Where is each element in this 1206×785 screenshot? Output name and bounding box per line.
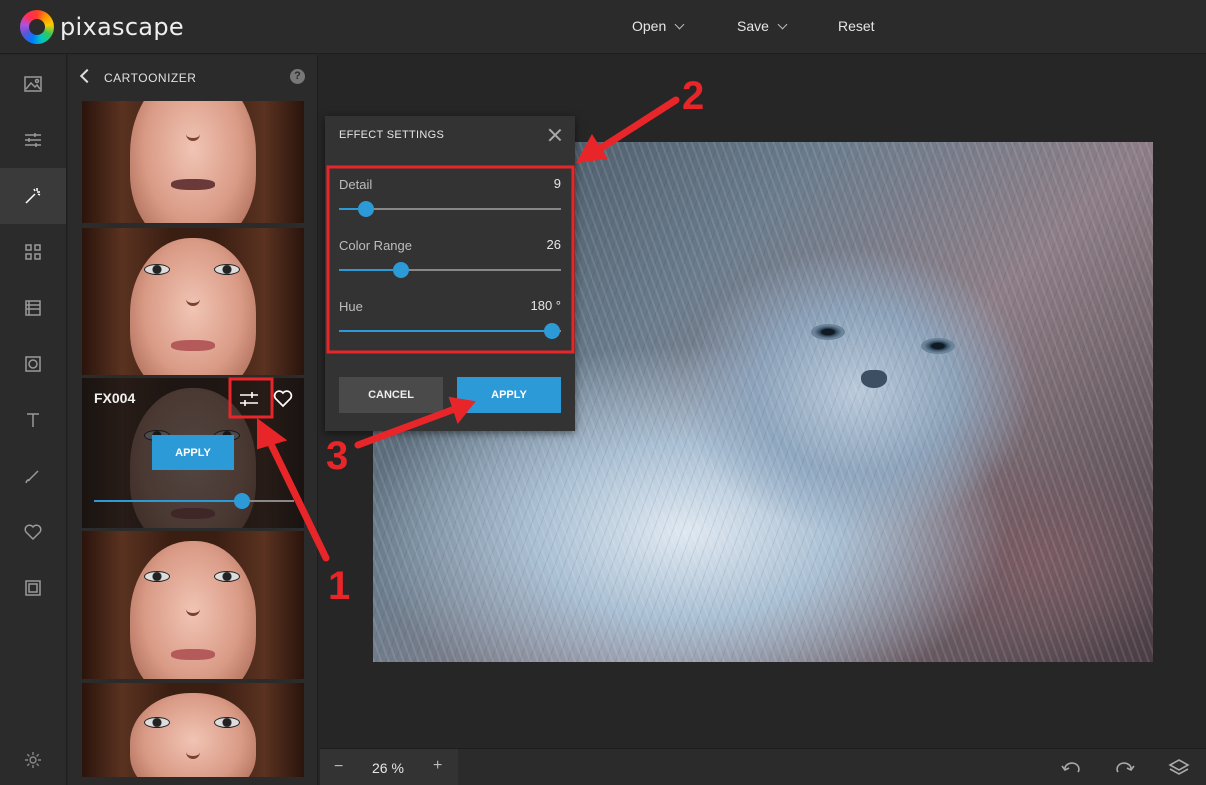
favorite-heart-icon[interactable] bbox=[272, 387, 294, 409]
annotation-step-2: 2 bbox=[682, 74, 705, 118]
chevron-down-icon bbox=[674, 19, 685, 29]
redo-icon bbox=[1116, 762, 1135, 773]
effect-thumbnail[interactable] bbox=[82, 228, 304, 375]
settings-gear-icon[interactable] bbox=[22, 749, 44, 771]
annotation-step-1: 1 bbox=[328, 564, 351, 608]
detail-slider[interactable] bbox=[339, 201, 561, 217]
color-range-label: Color Range bbox=[339, 238, 412, 253]
cat-nose bbox=[861, 370, 887, 388]
effect-thumbnail[interactable] bbox=[82, 531, 304, 679]
undo-icon bbox=[1061, 762, 1080, 773]
vignette-icon bbox=[25, 356, 41, 372]
slider-knob[interactable] bbox=[393, 262, 410, 278]
color-range-slider[interactable] bbox=[339, 262, 561, 278]
chevron-down-icon bbox=[777, 19, 788, 29]
frame-icon bbox=[25, 580, 41, 596]
effect-settings-icon[interactable] bbox=[237, 387, 261, 411]
tool-frames[interactable] bbox=[0, 560, 66, 616]
tool-strip bbox=[0, 55, 67, 785]
logo-text: pixascape bbox=[60, 13, 184, 41]
redo-button[interactable] bbox=[1114, 758, 1136, 778]
hue-slider[interactable] bbox=[339, 323, 561, 339]
zoom-out-button[interactable]: − bbox=[334, 758, 343, 776]
tool-draw[interactable] bbox=[0, 448, 66, 504]
face-thumbnail-image bbox=[82, 101, 304, 223]
face-thumbnail-image bbox=[82, 683, 304, 777]
image-icon bbox=[24, 76, 42, 92]
save-menu-label: Save bbox=[737, 18, 769, 34]
color-range-value: 26 bbox=[546, 237, 561, 252]
panel-title: CARTOONIZER bbox=[104, 71, 197, 85]
face-thumbnail-image bbox=[82, 531, 304, 679]
tool-stickers[interactable] bbox=[0, 504, 66, 560]
effect-apply-button[interactable]: APPLY bbox=[152, 435, 234, 470]
tool-adjust[interactable] bbox=[0, 112, 66, 168]
texture-icon bbox=[25, 300, 41, 316]
save-menu[interactable]: Save bbox=[737, 18, 788, 34]
close-icon[interactable] bbox=[547, 127, 563, 143]
zoom-in-button[interactable]: + bbox=[433, 757, 442, 775]
zoom-level: 26 % bbox=[372, 760, 404, 776]
open-menu-label: Open bbox=[632, 18, 667, 34]
effects-panel: CARTOONIZER ? FX004 APPLY bbox=[68, 55, 318, 785]
hue-label: Hue bbox=[339, 299, 363, 314]
tool-text[interactable] bbox=[0, 392, 66, 448]
grid-icon bbox=[25, 244, 41, 260]
slider-knob[interactable] bbox=[357, 201, 374, 217]
logo[interactable]: pixascape bbox=[20, 10, 184, 44]
effect-settings-dialog: EFFECT SETTINGS Detail 9 Color Range 26 … bbox=[325, 116, 575, 431]
cat-eye bbox=[811, 324, 845, 340]
pixascape-app: pixascape Open Save Reset CARTOONIZER ? … bbox=[0, 0, 1206, 785]
zoom-control: − 26 % + bbox=[320, 749, 458, 785]
magic-wand-icon bbox=[25, 188, 41, 204]
tool-templates[interactable] bbox=[0, 224, 66, 280]
layers-icon bbox=[1168, 759, 1190, 775]
tool-image[interactable] bbox=[0, 56, 66, 112]
layers-button[interactable] bbox=[1168, 758, 1190, 778]
top-bar: pixascape Open Save Reset bbox=[0, 0, 1206, 54]
slider-knob[interactable] bbox=[544, 323, 561, 339]
effect-name: FX004 bbox=[94, 390, 136, 406]
slider-knob[interactable] bbox=[234, 493, 250, 509]
dialog-title: EFFECT SETTINGS bbox=[339, 129, 445, 141]
tool-textures[interactable] bbox=[0, 280, 66, 336]
effect-thumbnail[interactable] bbox=[82, 101, 304, 223]
apply-button[interactable]: APPLY bbox=[457, 377, 561, 413]
detail-value: 9 bbox=[553, 176, 561, 191]
effect-thumbnail-active[interactable]: FX004 APPLY bbox=[82, 378, 304, 528]
face-thumbnail-image bbox=[82, 228, 304, 375]
sliders-icon bbox=[25, 133, 41, 147]
annotation-step-3: 3 bbox=[326, 434, 349, 478]
bottom-bar: − 26 % + bbox=[320, 748, 1206, 785]
effect-intensity-slider[interactable] bbox=[94, 493, 294, 509]
reset-button[interactable]: Reset bbox=[838, 18, 875, 34]
panel-header: CARTOONIZER ? bbox=[68, 55, 317, 99]
tool-effects[interactable] bbox=[0, 168, 66, 224]
reset-label: Reset bbox=[838, 18, 875, 34]
undo-button[interactable] bbox=[1060, 758, 1082, 778]
open-menu[interactable]: Open bbox=[632, 18, 685, 34]
cancel-button[interactable]: CANCEL bbox=[339, 377, 443, 413]
logo-mark-icon bbox=[20, 10, 54, 44]
help-icon[interactable]: ? bbox=[290, 69, 305, 84]
tool-vignette[interactable] bbox=[0, 336, 66, 392]
heart-icon bbox=[24, 524, 42, 541]
cat-eye bbox=[921, 338, 955, 354]
brush-icon bbox=[25, 470, 39, 484]
back-icon[interactable] bbox=[79, 68, 95, 84]
effect-thumbnail[interactable] bbox=[82, 683, 304, 777]
hue-value: 180 ° bbox=[530, 298, 561, 313]
text-icon bbox=[27, 413, 39, 427]
detail-label: Detail bbox=[339, 177, 373, 192]
